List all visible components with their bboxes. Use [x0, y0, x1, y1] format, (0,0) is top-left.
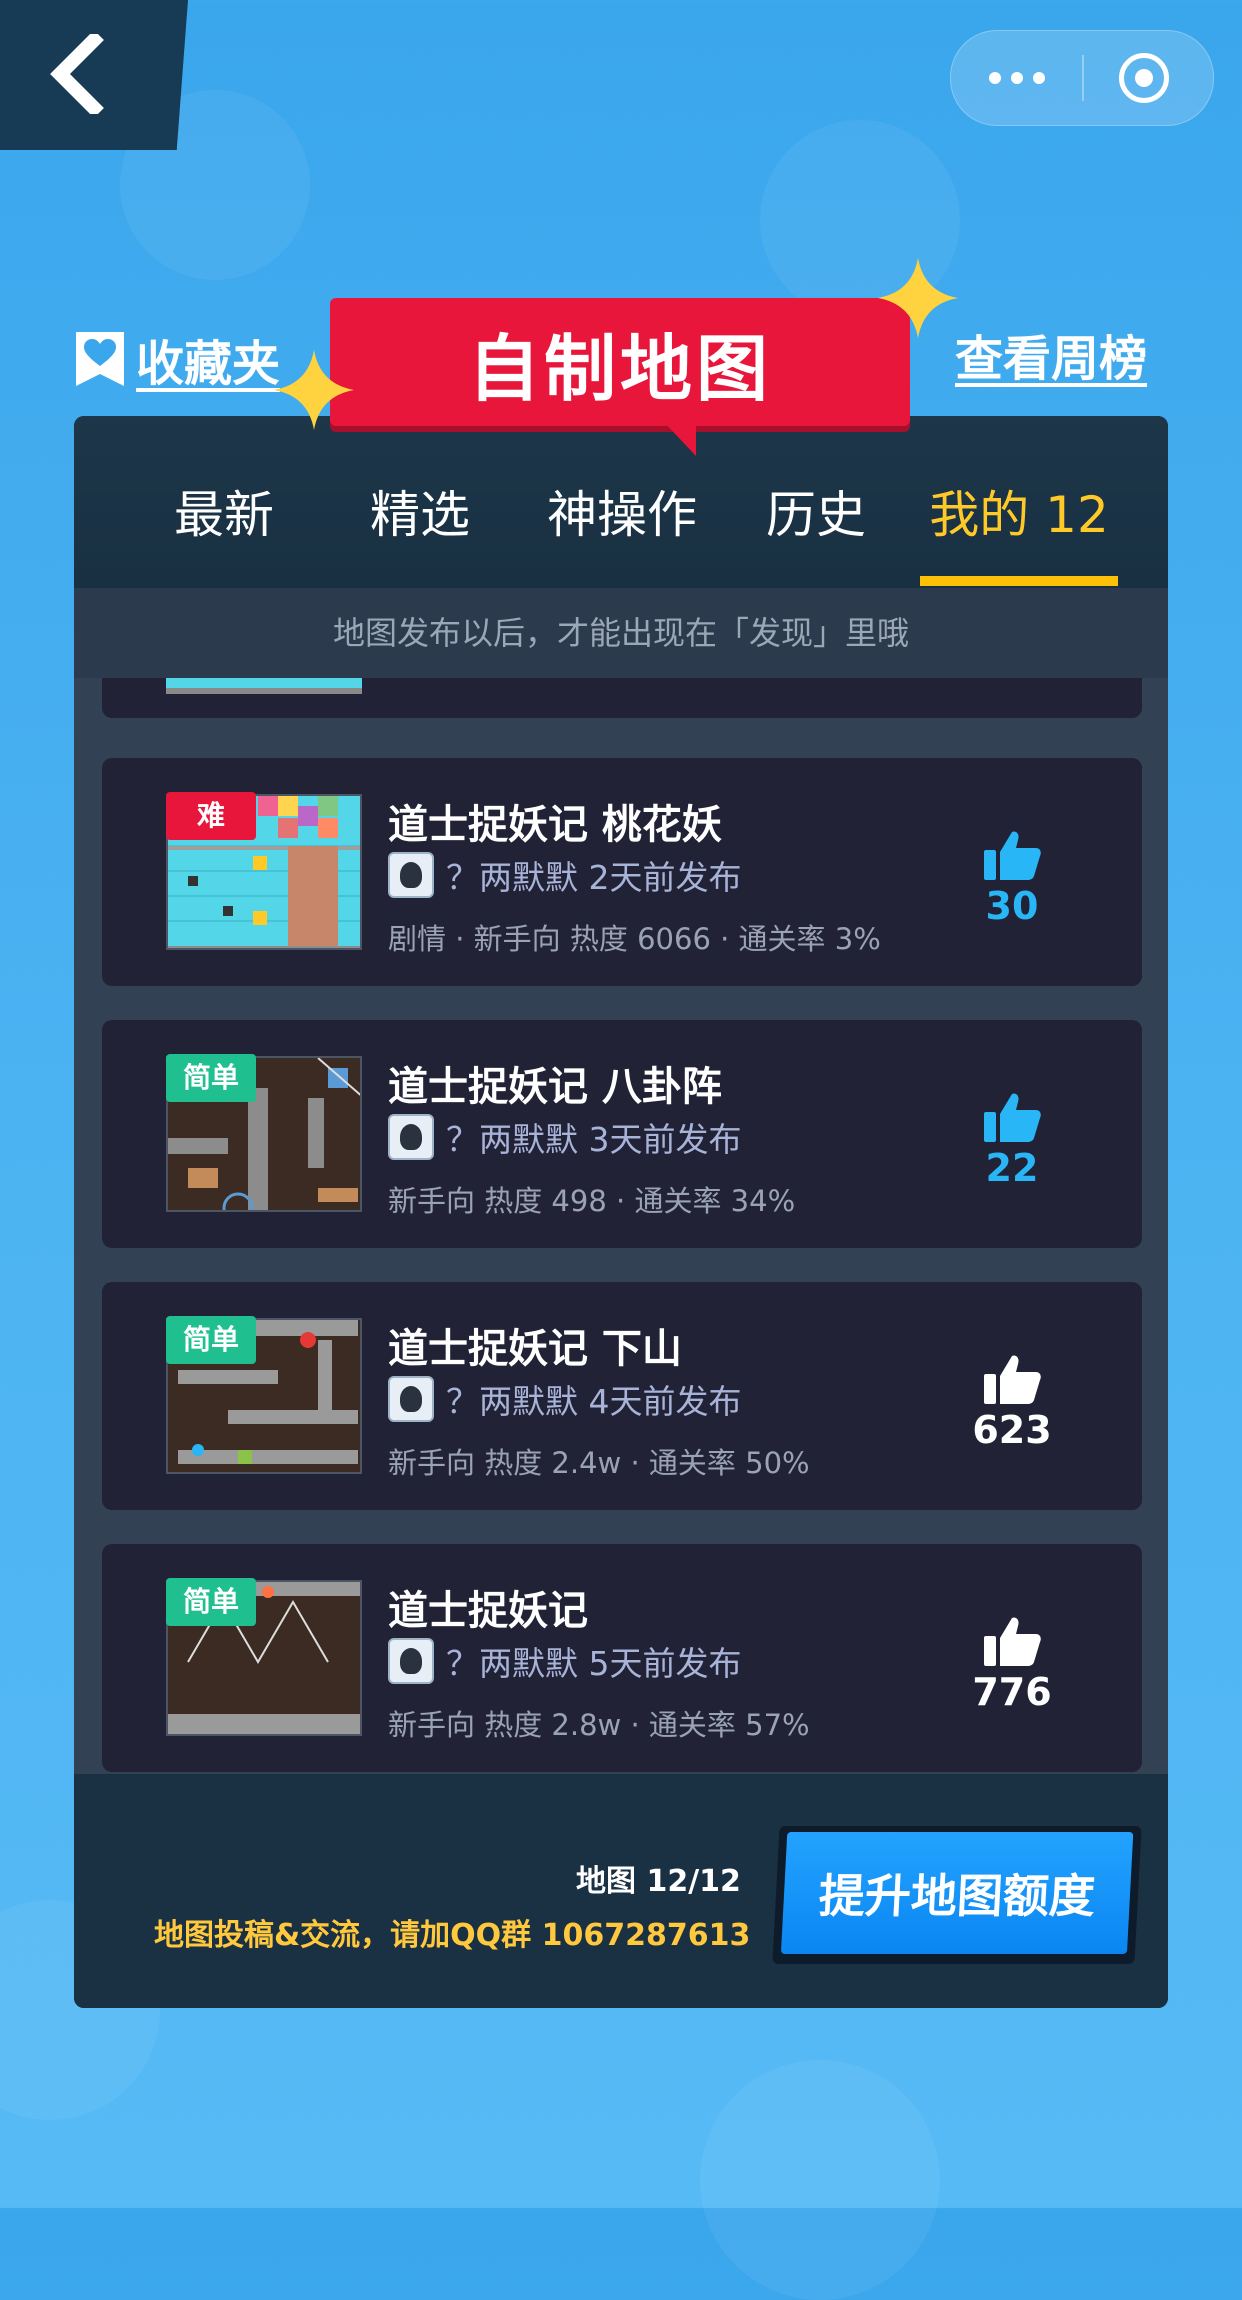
like-count: 776 [972, 1670, 1052, 1714]
avatar [388, 1376, 434, 1422]
weekly-rank-link[interactable]: 查看周榜 [955, 328, 1147, 390]
map-quota-count: 地图 12/12 [576, 1864, 741, 1899]
map-card[interactable]: 难 道士捉妖记 桃花妖 ？两默默 2天前发布 剧情 · 新手向 热度 6066 … [102, 758, 1142, 986]
active-tab-indicator [920, 576, 1118, 586]
map-title: 道士捉妖记 [388, 1588, 588, 1634]
capsule-divider [1082, 55, 1084, 101]
more-dots-icon[interactable] [989, 63, 1049, 93]
tab-history[interactable]: 历史 [746, 480, 886, 550]
difficulty-badge: 简单 [166, 1054, 256, 1102]
publish-notice: 地图发布以后，才能出现在「发现」里哦 [74, 588, 1168, 678]
map-title: 道士捉妖记 下山 [388, 1326, 682, 1372]
thumbs-up-icon [984, 1617, 1041, 1666]
like-button[interactable]: 22 [972, 1090, 1052, 1190]
tab-latest[interactable]: 最新 [154, 480, 294, 550]
map-thumbnail [166, 678, 362, 694]
author-row: ？两默默 4天前发布 [388, 1374, 742, 1424]
tab-mine[interactable]: 我的 12 [920, 480, 1118, 550]
like-count: 22 [985, 1146, 1039, 1190]
tab-god-moves[interactable]: 神操作 [532, 480, 712, 550]
thumbs-up-icon [984, 831, 1041, 880]
map-meta: 剧情 · 新手向 热度 6066 · 通关率 3% [388, 922, 881, 956]
avatar [388, 852, 434, 898]
author-row: ？两默默 2天前发布 [388, 850, 742, 900]
author-row: ？两默默 5天前发布 [388, 1636, 742, 1686]
like-count: 623 [972, 1408, 1052, 1452]
map-card-partial[interactable] [102, 678, 1142, 718]
map-title: 道士捉妖记 桃花妖 [388, 802, 722, 848]
panel-footer: 地图 12/12 地图投稿&交流，请加QQ群 1067287613 提升地图额度 [74, 1774, 1168, 2008]
tab-bar: 最新 精选 神操作 历史 我的 12 [74, 416, 1168, 588]
difficulty-badge: 简单 [166, 1316, 256, 1364]
back-button[interactable] [0, 0, 188, 150]
tab-featured[interactable]: 精选 [350, 480, 490, 550]
upgrade-quota-label: 提升地图额度 [780, 1832, 1134, 1954]
map-title: 道士捉妖记 八卦阵 [388, 1064, 722, 1110]
thumbs-up-icon [984, 1093, 1041, 1142]
avatar [388, 1638, 434, 1684]
banner-tail [662, 420, 696, 456]
target-circle-icon[interactable] [1119, 53, 1169, 103]
sparkle-star-icon [274, 350, 354, 430]
avatar [388, 1114, 434, 1160]
map-card[interactable]: 简单 道士捉妖记 下山 ？两默默 4天前发布 新手向 热度 2.4w · 通关率… [102, 1282, 1142, 1510]
mini-program-capsule [950, 30, 1214, 126]
author-text: ？两默默 3天前发布 [446, 1120, 742, 1159]
sparkle-star-icon [878, 258, 958, 338]
upgrade-quota-button[interactable]: 提升地图额度 [772, 1826, 1142, 1964]
author-text: ？两默默 2天前发布 [446, 858, 742, 897]
qq-group-notice: 地图投稿&交流，请加QQ群 1067287613 [154, 1918, 751, 1953]
thumbs-up-icon [984, 1355, 1041, 1404]
favorites-label: 收藏夹 [136, 336, 281, 392]
like-button[interactable]: 776 [972, 1614, 1052, 1714]
map-meta: 新手向 热度 2.4w · 通关率 50% [388, 1446, 810, 1480]
favorites-link[interactable]: 收藏夹 [74, 328, 280, 392]
map-card[interactable]: 简单 道士捉妖记 ？两默默 5天前发布 新手向 热度 2.8w · 通关率 57… [102, 1544, 1142, 1772]
author-text: ？两默默 5天前发布 [446, 1644, 742, 1683]
main-panel: 最新 精选 神操作 历史 我的 12 地图发布以后，才能出现在「发现」里哦 难 … [74, 416, 1168, 2008]
like-button[interactable]: 623 [972, 1352, 1052, 1452]
background-decoration [700, 2060, 940, 2300]
difficulty-badge: 简单 [166, 1578, 256, 1626]
map-list[interactable]: 难 道士捉妖记 桃花妖 ？两默默 2天前发布 剧情 · 新手向 热度 6066 … [74, 678, 1168, 1774]
author-text: ？两默默 4天前发布 [446, 1382, 742, 1421]
author-row: ？两默默 3天前发布 [388, 1112, 742, 1162]
page-title: 自制地图 [330, 298, 910, 426]
map-meta: 新手向 热度 2.8w · 通关率 57% [388, 1708, 810, 1742]
like-count: 30 [985, 884, 1039, 928]
map-card[interactable]: 简单 道士捉妖记 八卦阵 ？两默默 3天前发布 新手向 热度 498 · 通关率… [102, 1020, 1142, 1248]
difficulty-badge: 难 [166, 792, 256, 840]
chevron-left-icon [50, 34, 104, 114]
bookmark-heart-icon [74, 330, 126, 388]
map-meta: 新手向 热度 498 · 通关率 34% [388, 1184, 796, 1218]
like-button[interactable]: 30 [972, 828, 1052, 928]
